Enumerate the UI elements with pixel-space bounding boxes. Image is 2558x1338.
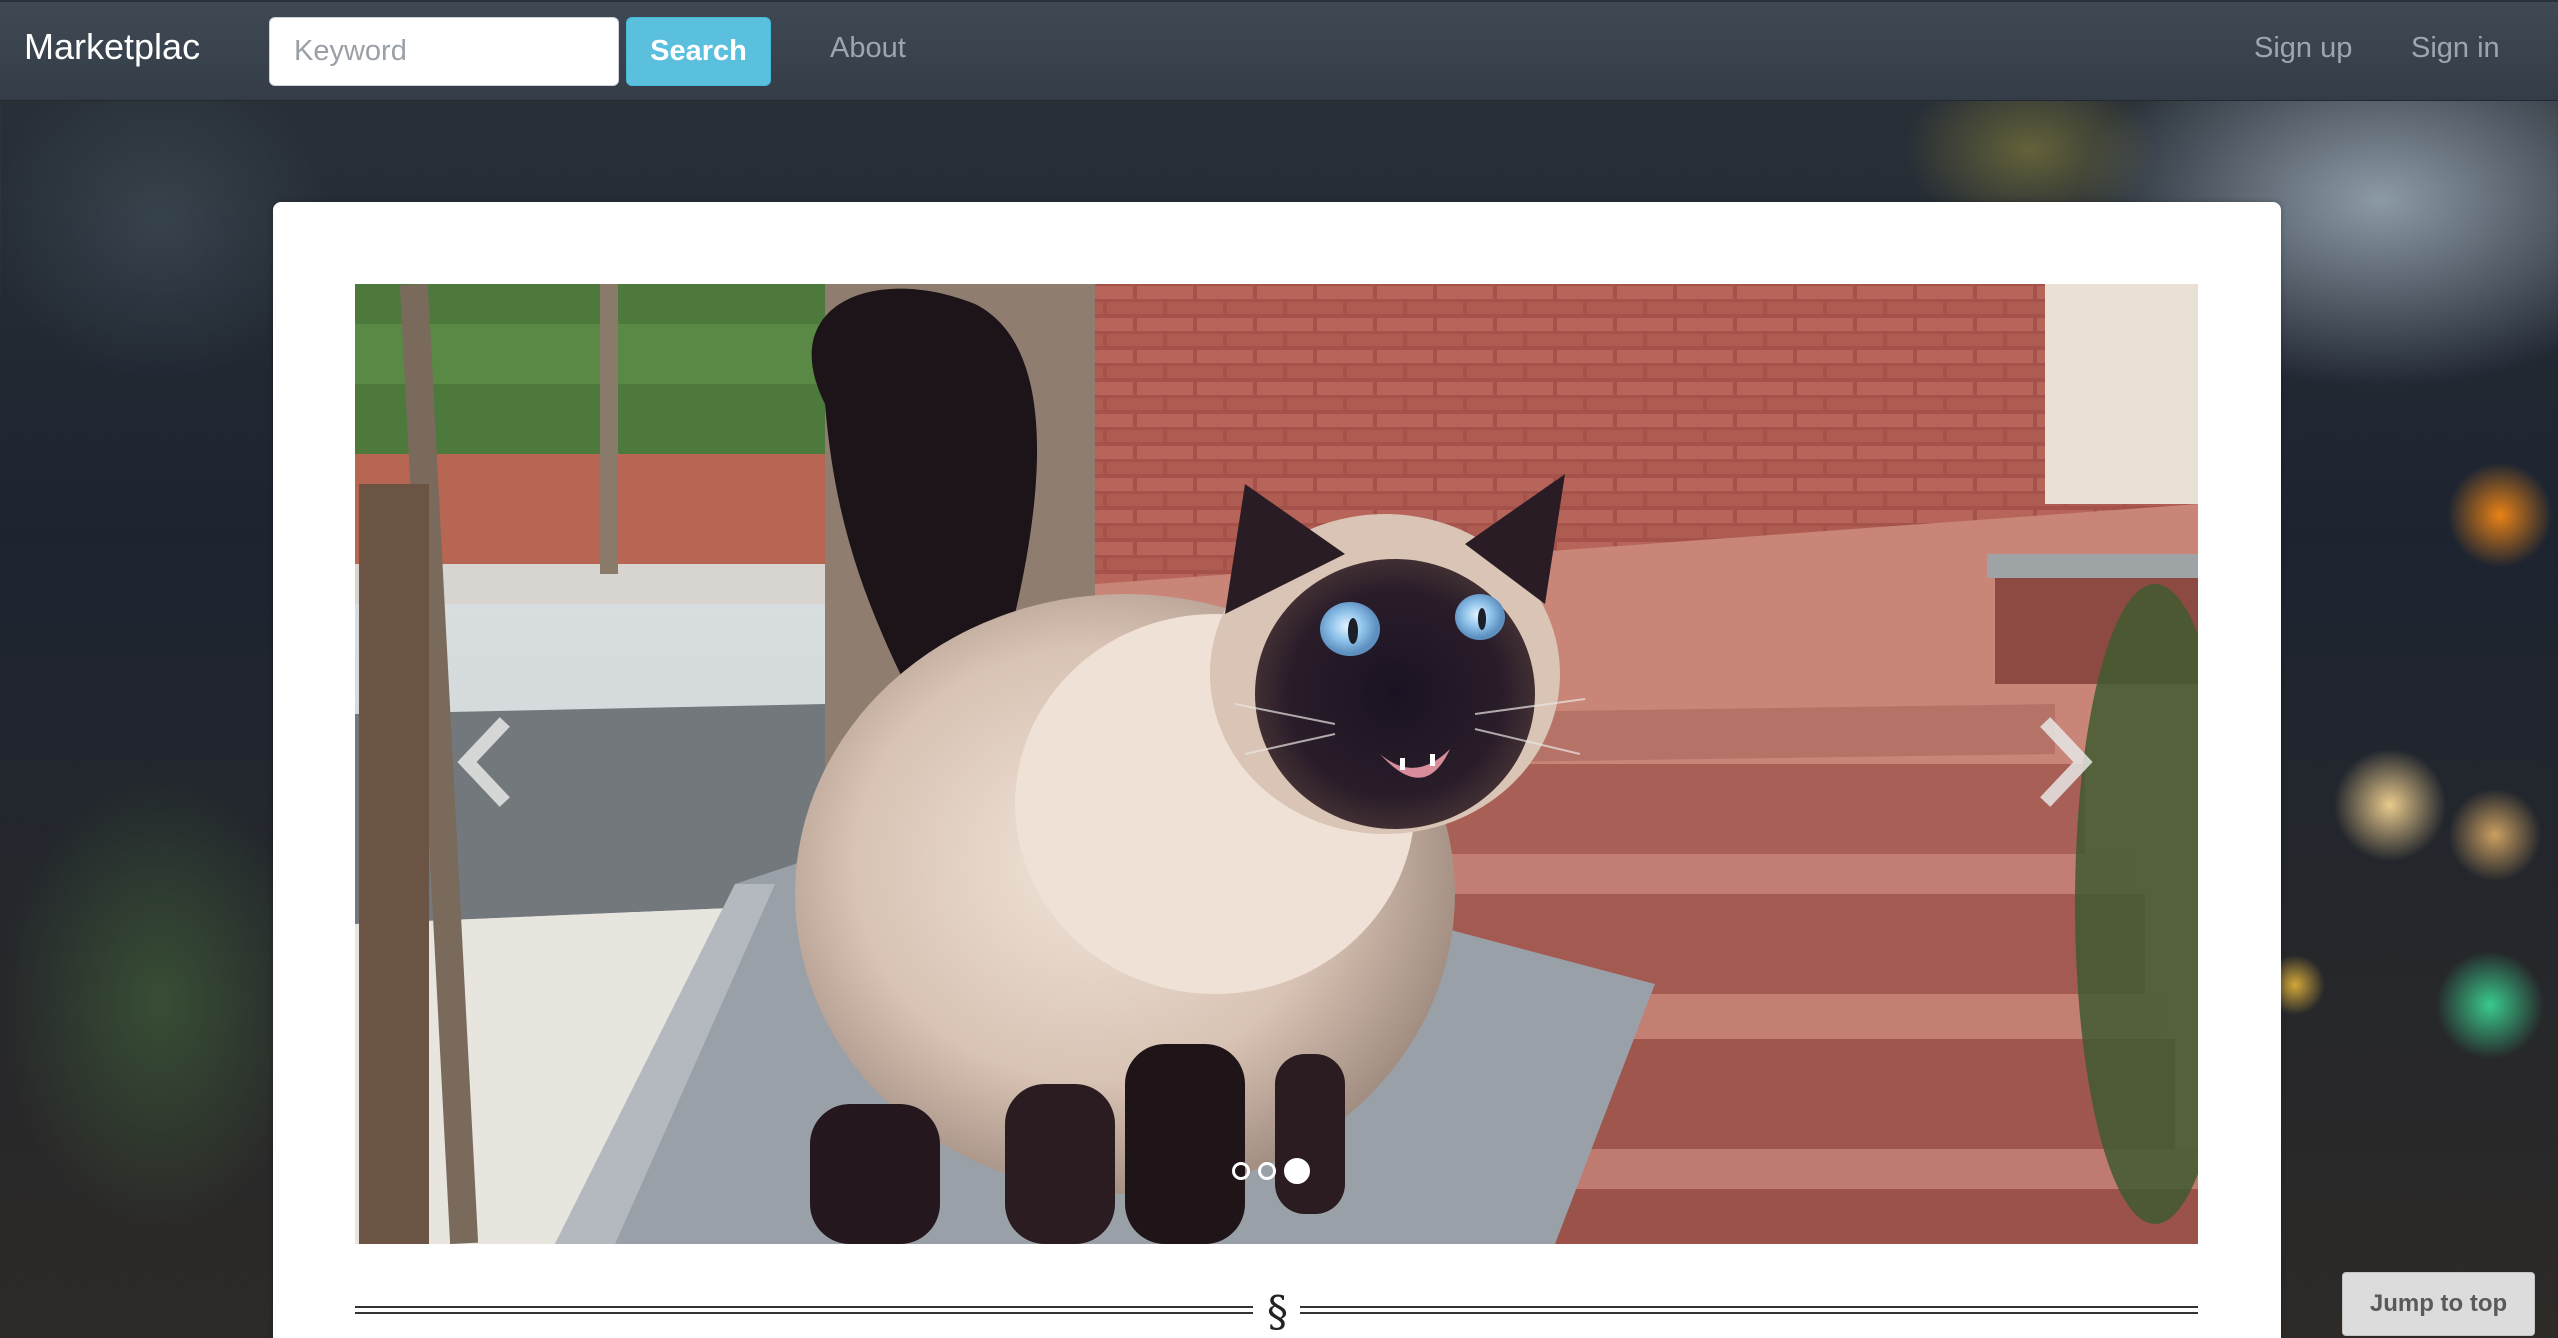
divider-rule-left [355,1306,1253,1314]
image-carousel[interactable] [355,284,2198,1244]
carousel-indicator[interactable] [1232,1162,1250,1180]
search-button[interactable]: Search [626,17,771,86]
carousel-indicator[interactable] [1258,1162,1276,1180]
chevron-right-icon [2040,717,2093,807]
carousel-indicators [1232,1156,1310,1186]
nav-about-link[interactable]: About [830,32,906,65]
carousel-indicator-active[interactable] [1284,1158,1310,1184]
section-divider: § [355,1288,2198,1338]
content-panel: § [273,202,2281,1338]
search-input[interactable] [269,17,619,86]
carousel-slide-image [355,284,2198,1244]
carousel-next-button[interactable] [2025,712,2105,812]
section-sign-glyph: § [1267,1287,1288,1336]
nav-signup-link[interactable]: Sign up [2254,32,2352,65]
divider-rule-right [1300,1306,2198,1314]
brand-logo-text[interactable]: Marketplac [24,26,200,68]
nav-signin-link[interactable]: Sign in [2411,32,2500,65]
chevron-left-icon [457,717,510,807]
carousel-prev-button[interactable] [445,712,525,812]
top-navbar: Marketplac Search About Sign up Sign in [0,0,2558,101]
jump-to-top-button[interactable]: Jump to top [2342,1272,2535,1336]
